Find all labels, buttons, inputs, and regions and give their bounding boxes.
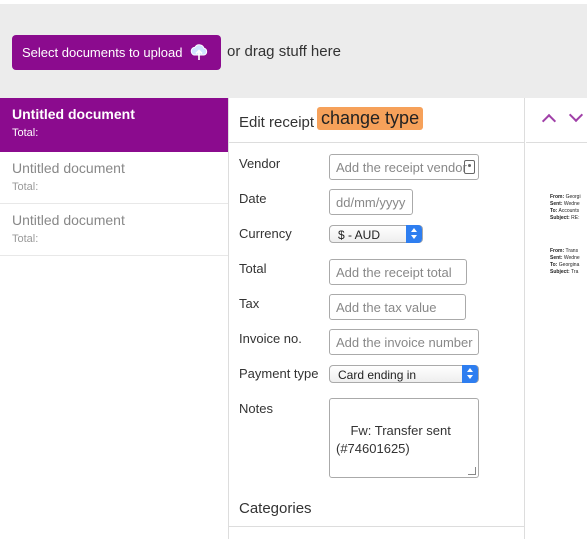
payment-type-label: Payment type <box>239 366 319 381</box>
email-sent: Sent: Wedne <box>550 255 580 261</box>
tax-placeholder: Add the tax value <box>336 300 437 315</box>
tax-label: Tax <box>239 296 260 311</box>
document-total: Total: <box>12 181 39 193</box>
email-subject: Subject: RE: <box>550 215 580 221</box>
invoice-label: Invoice no. <box>239 331 302 346</box>
vendor-placeholder: Add the receipt vendor <box>336 160 467 175</box>
select-documents-button[interactable]: Select documents to upload <box>12 35 221 70</box>
notes-textarea[interactable]: Fw: Transfer sent (#74601625) <box>329 398 479 478</box>
document-item[interactable]: Untitled document Total: <box>0 98 228 152</box>
currency-select[interactable]: $ - AUD <box>329 225 423 243</box>
total-label: Total <box>239 261 267 276</box>
notes-value: Fw: Transfer sent (#74601625) <box>336 423 451 456</box>
preview-header <box>526 98 587 143</box>
vendor-input[interactable]: Add the receipt vendor <box>329 154 479 180</box>
select-arrows-icon <box>462 365 478 383</box>
email-to: To: Georgina <box>550 262 580 268</box>
email-to: To: Accounts <box>550 208 580 214</box>
total-placeholder: Add the receipt total <box>336 265 452 280</box>
date-label: Date <box>239 191 267 206</box>
date-placeholder: dd/mm/yyyy <box>336 195 406 210</box>
upload-button-label: Select documents to upload <box>22 45 183 60</box>
top-strip <box>0 0 587 4</box>
email-sent: Sent: Wedne <box>550 201 580 207</box>
email-from: From: Trans <box>550 248 579 254</box>
cloud-upload-icon <box>190 44 208 60</box>
chevron-up-icon[interactable] <box>541 113 557 129</box>
document-title: Untitled document <box>12 212 125 228</box>
document-total: Total: <box>12 233 39 245</box>
document-title: Untitled document <box>12 160 125 176</box>
notes-label: Notes <box>239 401 273 416</box>
form-header: Edit receipt change type <box>229 98 525 143</box>
invoice-placeholder: Add the invoice number <box>336 335 473 350</box>
currency-value: $ - AUD <box>338 228 381 242</box>
categories-heading: Categories <box>239 500 312 517</box>
document-item[interactable]: Untitled document Total: <box>0 204 228 256</box>
email-from: From: Georgi <box>550 194 581 200</box>
payment-type-select[interactable]: Card ending in <box>329 365 479 383</box>
edit-receipt-panel: Edit receipt change type Vendor Add the … <box>229 98 525 539</box>
date-input[interactable]: dd/mm/yyyy <box>329 189 413 215</box>
invoice-input[interactable]: Add the invoice number <box>329 329 479 355</box>
contact-card-icon[interactable] <box>464 160 475 174</box>
tax-input[interactable]: Add the tax value <box>329 294 466 320</box>
total-input[interactable]: Add the receipt total <box>329 259 467 285</box>
document-total: Total: <box>12 127 39 139</box>
document-title: Untitled document <box>12 106 135 122</box>
document-preview: From: Georgi Sent: Wedne To: Accounts Su… <box>526 98 587 539</box>
select-arrows-icon <box>406 225 422 243</box>
vendor-label: Vendor <box>239 156 281 171</box>
email-subject: Subject: Tra <box>550 269 579 275</box>
drag-hint: or drag stuff here <box>227 43 341 60</box>
payment-type-value: Card ending in <box>338 368 417 382</box>
divider <box>229 526 525 527</box>
chevron-down-icon[interactable] <box>568 107 584 123</box>
change-type-button[interactable]: change type <box>317 107 424 130</box>
currency-label: Currency <box>239 226 292 241</box>
resize-grip-icon[interactable] <box>468 467 476 475</box>
document-item[interactable]: Untitled document Total: <box>0 152 228 204</box>
document-list: Untitled document Total: Untitled docume… <box>0 98 229 539</box>
form-title: Edit receipt <box>239 114 315 131</box>
upload-bar: Select documents to upload or drag stuff… <box>0 0 587 98</box>
